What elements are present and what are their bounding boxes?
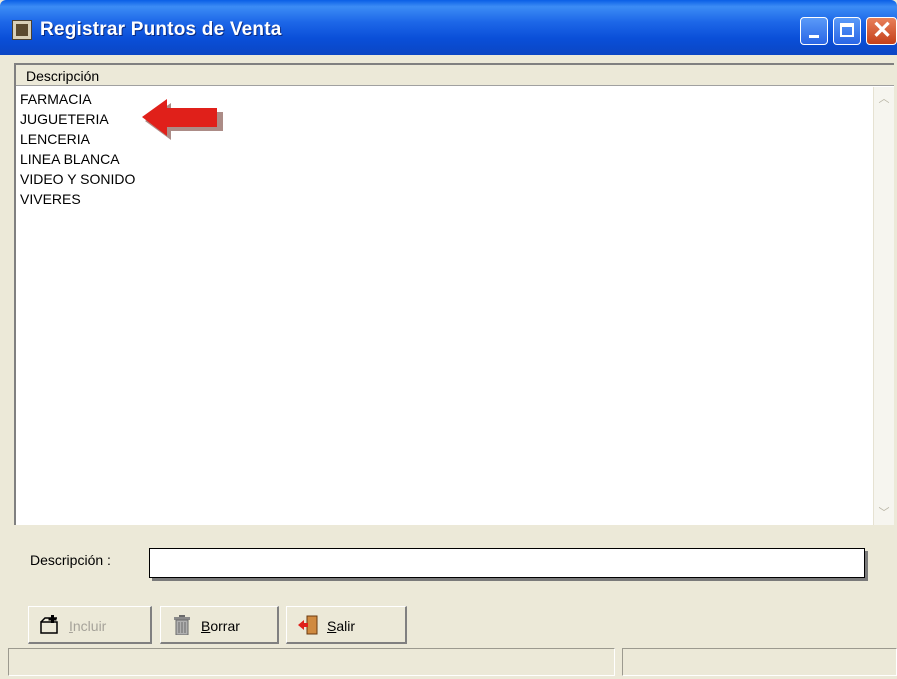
close-icon: ✕ [871,17,893,44]
minimize-icon [809,35,819,38]
vertical-scrollbar[interactable]: ︿ ﹀ [873,87,894,525]
window-title: Registrar Puntos de Venta [40,19,282,40]
trash-icon [174,615,190,635]
incluir-button[interactable]: Incluir [28,606,152,644]
grid-row[interactable]: VIVERES [20,189,135,209]
status-panel-2 [622,648,897,676]
maximize-icon [840,23,854,37]
grid-row[interactable]: LENCERIA [20,129,135,149]
window: Registrar Puntos de Venta ✕ Descripción … [0,0,897,679]
exit-door-icon [298,615,318,635]
minimize-button[interactable] [800,17,828,45]
description-input[interactable] [149,548,865,578]
scroll-up-icon[interactable]: ︿ [876,91,892,107]
salir-button[interactable]: Salir [286,606,407,644]
status-panel-1 [8,648,615,676]
grid-row[interactable]: VIDEO Y SONIDO [20,169,135,189]
maximize-button[interactable] [833,17,861,45]
title-bar[interactable]: Registrar Puntos de Venta ✕ [0,0,897,55]
grid-rows: FARMACIA JUGUETERIA LENCERIA LINEA BLANC… [20,89,135,209]
close-button[interactable]: ✕ [866,17,897,45]
app-icon[interactable] [12,20,32,40]
grid-row[interactable]: JUGUETERIA [20,109,135,129]
grid-row[interactable]: FARMACIA [20,89,135,109]
salir-label: Salir [327,618,356,634]
description-label: Descripción : [30,552,111,568]
grid-row[interactable]: LINEA BLANCA [20,149,135,169]
status-bar [8,648,897,679]
borrar-label: Borrar [201,618,240,634]
add-record-icon [40,615,58,634]
scroll-down-icon[interactable]: ﹀ [876,505,892,521]
borrar-button[interactable]: Borrar [160,606,279,644]
red-arrow-pointer-icon [142,99,223,140]
grid-column-header[interactable]: Descripción [16,65,894,86]
column-header-descripcion: Descripción [26,68,100,84]
incluir-label: Incluir [69,618,107,634]
